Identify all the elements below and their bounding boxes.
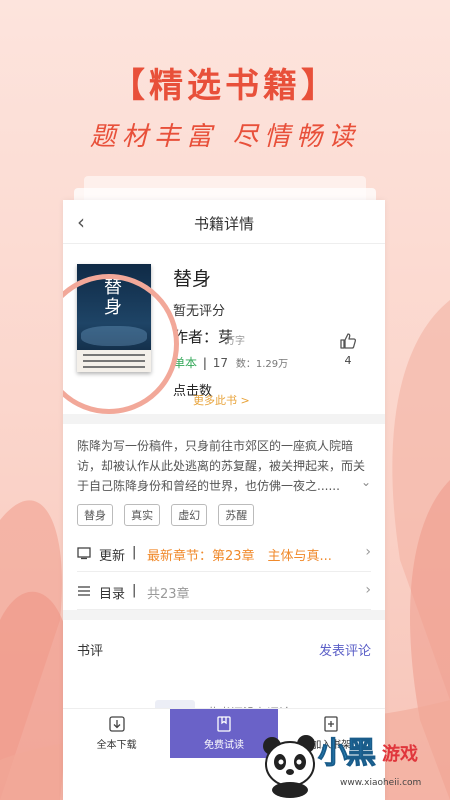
section-divider (63, 414, 385, 424)
post-comment-link[interactable]: 发表评论 (319, 640, 371, 659)
cover-band (77, 350, 151, 372)
tag-list: 替身 真实 虚幻 苏醒 (63, 494, 385, 534)
comments-header: 书评 (77, 644, 104, 659)
panda-mascot-icon (263, 735, 315, 798)
more-link[interactable]: 更多此书 > (193, 392, 250, 408)
book-description[interactable]: 陈降为写一份稿件，只身前往市郊区的一座疯人院暗访，却被认作从此处逃离的苏复醒，被… (63, 424, 385, 494)
download-icon (109, 716, 125, 732)
logo-subtext: 游戏 (382, 744, 418, 765)
catalog-label: 目录 (99, 587, 126, 602)
section-divider (63, 610, 385, 620)
trunc-count: 17 (212, 356, 228, 370)
promo-headline: 【精选书籍】 (111, 66, 339, 106)
cover-art (81, 326, 147, 346)
watermark-logo: 小黑 游戏 www.xiaoheii.com (258, 722, 448, 800)
tag[interactable]: 替身 (77, 504, 113, 526)
chevron-down-icon[interactable]: ⌄ (361, 472, 371, 492)
catalog-row[interactable]: 目录 | 共23章 › (77, 572, 371, 610)
book-author[interactable]: 作者：芽 (173, 326, 233, 347)
thumbs-up-icon (340, 333, 357, 349)
update-divider: | (132, 545, 137, 560)
nav-title: 书籍详情 (193, 215, 254, 233)
count-label: 数：1.29万 (235, 359, 289, 370)
word-unit: 万字 (225, 336, 245, 347)
book-open-icon (217, 716, 231, 732)
update-icon (77, 547, 91, 560)
book-rating: 暂无评分 (173, 304, 226, 319)
description-text: 陈降为写一份稿件，只身前往市郊区的一座疯人院暗访，却被认作从此处逃离的苏复醒，被… (77, 439, 366, 493)
free-trial-label: 免费试读 (203, 740, 244, 751)
tag[interactable]: 虚幻 (171, 504, 208, 526)
meta-divider: | (202, 356, 207, 370)
download-label: 全本下载 (96, 740, 137, 751)
chapter-count: 共23章 (147, 587, 190, 602)
update-label: 更新 (99, 549, 126, 564)
logo-url: www.xiaoheii.com (340, 778, 422, 788)
promo-subline: 题材丰富 尽情畅读 (89, 122, 361, 152)
book-meta: 单本 | 17 数：1.29万 (173, 354, 288, 371)
download-button[interactable]: 全本下载 (63, 709, 170, 758)
tag[interactable]: 苏醒 (218, 504, 255, 526)
book-cover[interactable]: 替身 (77, 264, 151, 372)
cover-title: 替身 (104, 277, 122, 318)
like-count: 4 (344, 354, 352, 367)
list-icon (78, 586, 90, 596)
nav-bar: ‹ 书籍详情 (63, 200, 385, 244)
catalog-divider: | (132, 583, 137, 598)
update-row[interactable]: 更新 | 最新章节：第23章 主体与真... › (77, 534, 371, 572)
book-detail-screen: ‹ 书籍详情 替身 替身 暂无评分 作者：芽 万字 单本 | 17 数：1.29… (63, 200, 385, 800)
chevron-right-icon: › (365, 582, 371, 598)
book-type: 单本 (173, 356, 198, 370)
latest-chapter: 最新章节：第23章 主体与真... (147, 549, 332, 564)
tag[interactable]: 真实 (124, 504, 161, 526)
logo-text: 小黑 (318, 736, 377, 772)
book-header: 替身 替身 暂无评分 作者：芽 万字 单本 | 17 数：1.29万 点击数 更… (63, 244, 385, 414)
like-button[interactable]: 4 (333, 332, 363, 367)
book-title: 替身 (173, 268, 212, 290)
chevron-right-icon: › (365, 544, 371, 560)
